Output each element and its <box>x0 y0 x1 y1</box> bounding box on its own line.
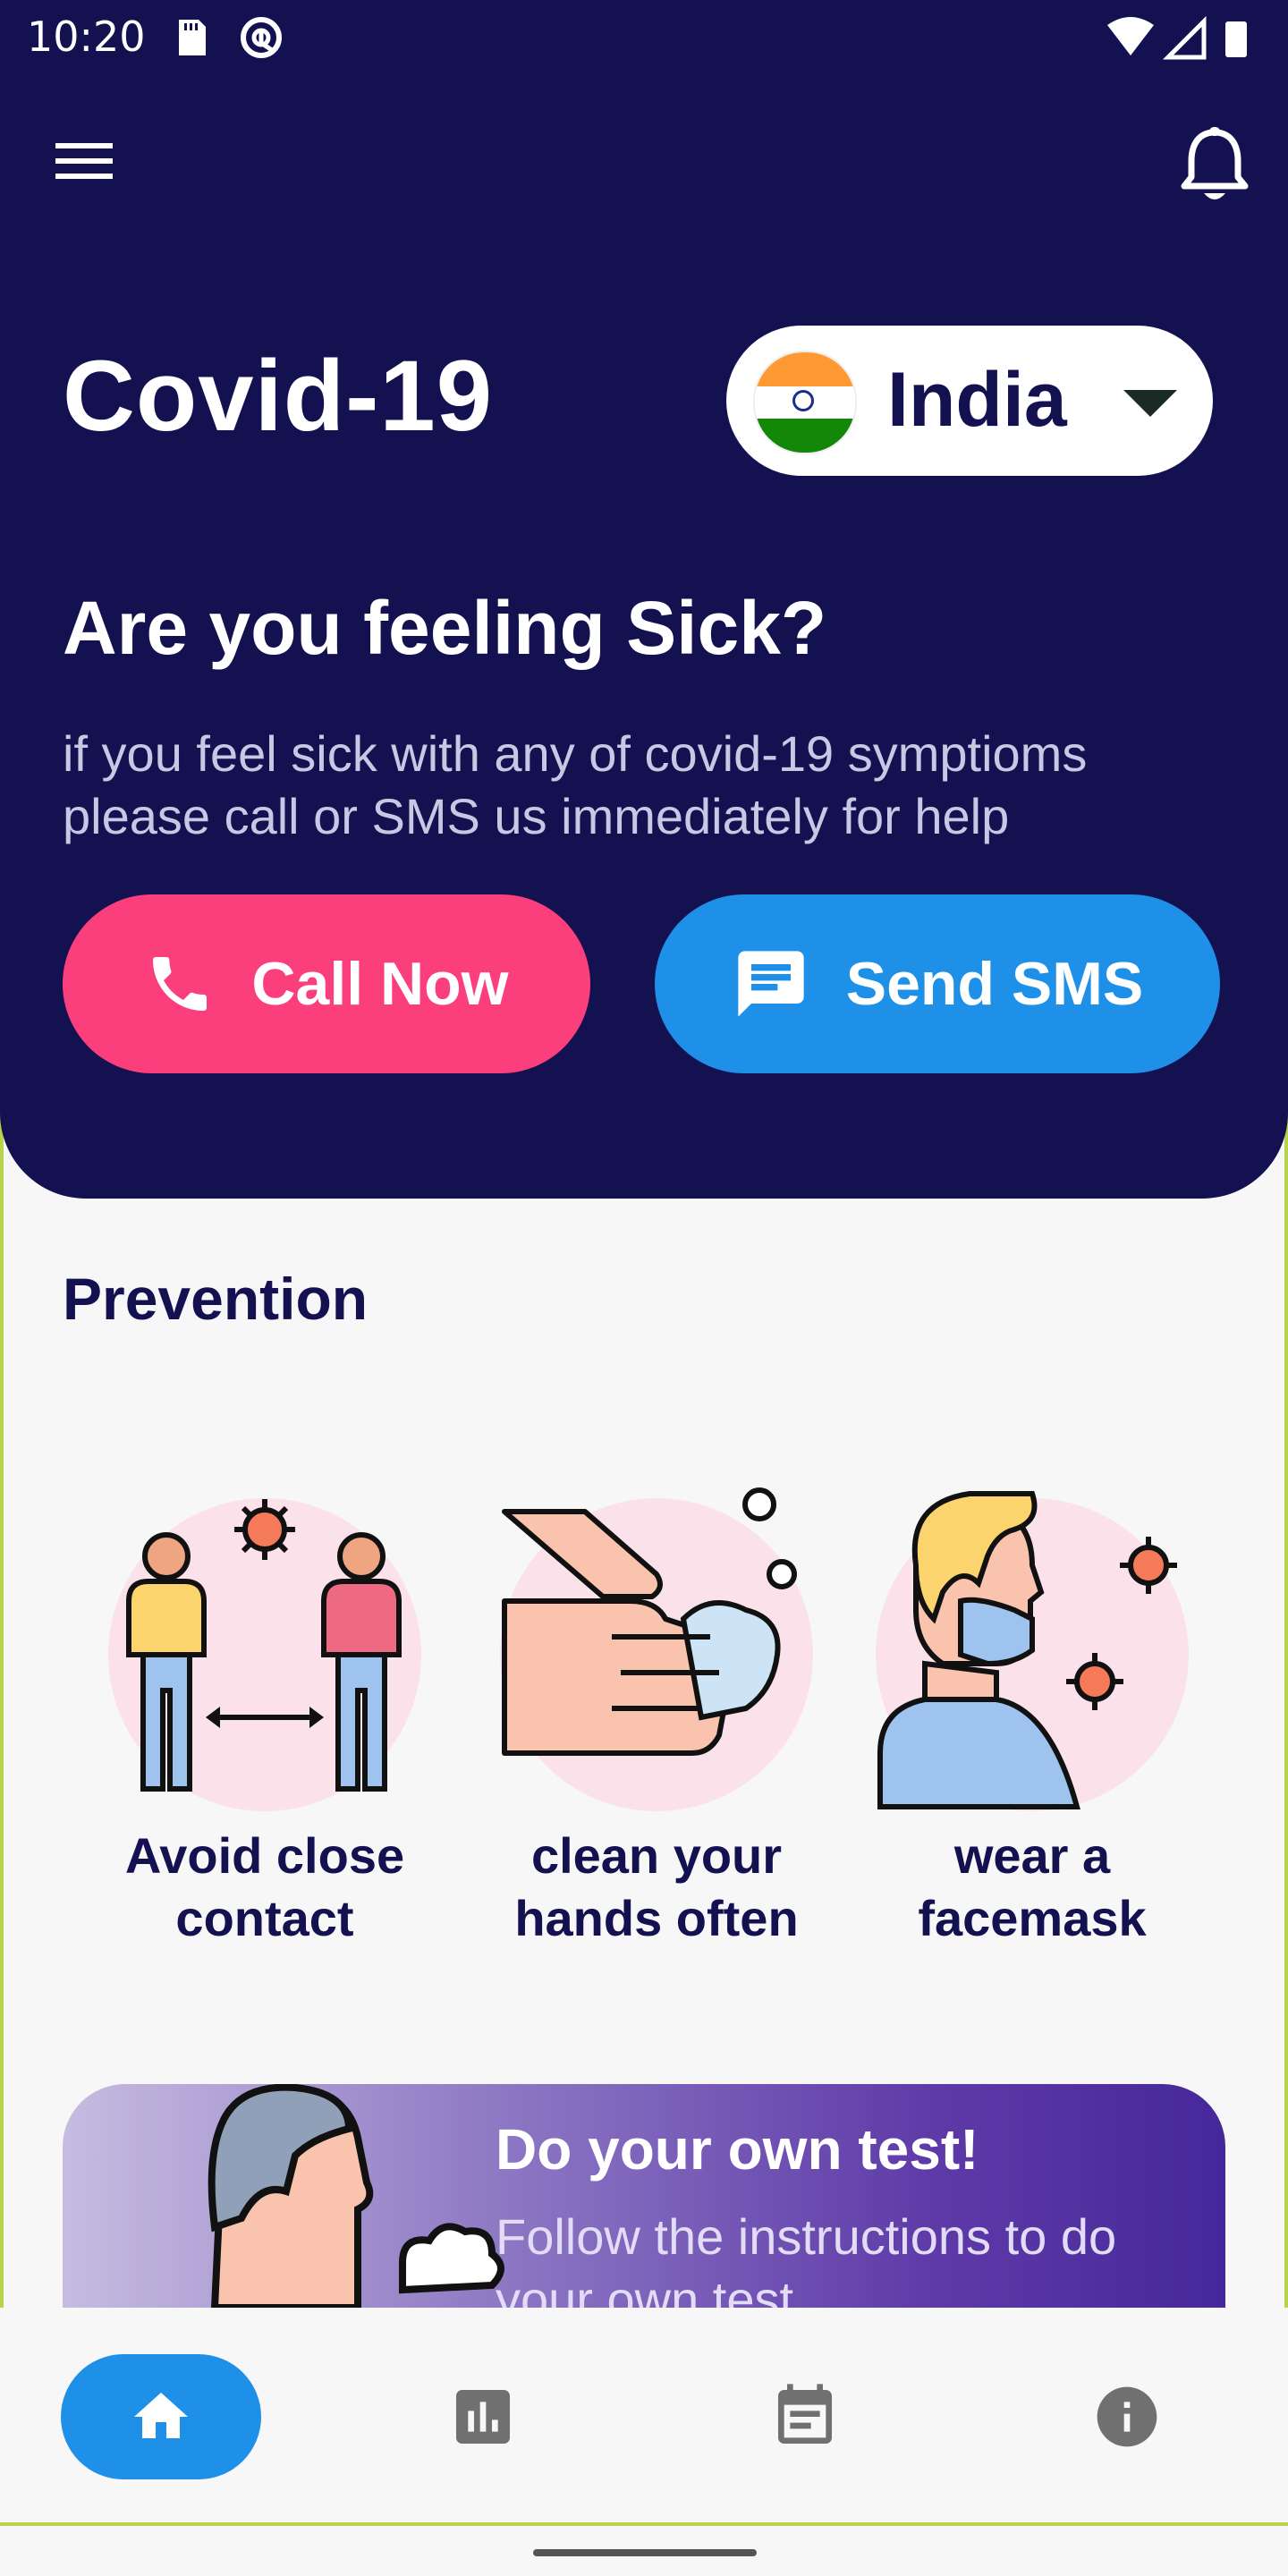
dropdown-arrow-icon <box>1123 390 1177 417</box>
frame-border-bottom <box>0 2522 1288 2526</box>
face-mask-icon <box>853 1485 1211 1825</box>
prevention-label: wear a facemask <box>853 1825 1211 1950</box>
menu-button[interactable] <box>54 134 116 188</box>
send-sms-label: Send SMS <box>845 950 1144 1018</box>
coughing-person-icon <box>208 2084 504 2308</box>
bottom-navigation <box>0 2308 1288 2522</box>
nav-info-button[interactable] <box>1091 2381 1163 2453</box>
prevention-label-line2: contact <box>175 1890 354 1946</box>
self-test-description: Follow the instructions to do your own t… <box>496 2208 1117 2308</box>
prevention-item-wash-hands[interactable]: clean your hands often <box>478 1485 835 1986</box>
self-test-title: Do your own test! <box>496 2117 979 2182</box>
prevention-label-line1: Avoid close <box>124 1827 405 1884</box>
sdcard-icon <box>179 17 282 58</box>
nav-home-button[interactable] <box>61 2354 261 2479</box>
call-now-label: Call Now <box>251 950 509 1018</box>
prevention-title: Prevention <box>63 1266 369 1332</box>
country-selector[interactable]: India <box>726 326 1213 476</box>
message-icon <box>738 951 804 1017</box>
prevention-label-line2: facemask <box>918 1890 1147 1946</box>
hand-washing-icon <box>478 1485 835 1825</box>
prevention-item-facemask[interactable]: wear a facemask <box>853 1485 1211 1986</box>
bell-icon <box>1181 127 1249 199</box>
status-bar: 10:20 <box>0 0 1288 75</box>
status-icons-left <box>172 16 288 64</box>
calendar-icon <box>778 2384 832 2444</box>
prevention-label: clean your hands often <box>478 1825 835 1950</box>
prevention-label-line2: hands often <box>514 1890 799 1946</box>
battery-icon <box>1225 21 1247 57</box>
prevention-label-line1: wear a <box>953 1827 1111 1884</box>
sick-title: Are you feeling Sick? <box>63 586 827 670</box>
nav-calendar-button[interactable] <box>769 2381 841 2453</box>
india-flag-icon <box>753 351 857 454</box>
call-now-button[interactable]: Call Now <box>63 894 590 1073</box>
send-sms-button[interactable]: Send SMS <box>655 894 1220 1073</box>
app-title: Covid-19 <box>63 340 493 452</box>
prevention-label: Avoid close contact <box>86 1825 444 1950</box>
status-icons-right <box>1106 15 1267 65</box>
signal-icon <box>1162 15 1207 60</box>
phone-icon <box>153 957 208 1011</box>
social-distancing-icon <box>86 1485 444 1825</box>
wifi-icon <box>1107 17 1154 55</box>
self-test-card[interactable]: Do your own test! Follow the instruction… <box>63 2084 1225 2308</box>
nav-stats-button[interactable] <box>447 2381 519 2453</box>
stats-icon <box>456 2390 510 2444</box>
info-icon <box>1097 2386 1157 2447</box>
hamburger-menu-icon <box>55 143 113 179</box>
notifications-button[interactable] <box>1179 125 1250 206</box>
gesture-handle[interactable] <box>533 2549 757 2556</box>
prevention-label-line1: clean your <box>530 1827 783 1884</box>
status-time: 10:20 <box>27 13 146 61</box>
country-label: India <box>887 357 1067 443</box>
sick-description: if you feel sick with any of covid-19 sy… <box>63 725 1088 844</box>
prevention-item-avoid-contact[interactable]: Avoid close contact <box>86 1485 444 1986</box>
home-icon <box>134 2393 188 2438</box>
